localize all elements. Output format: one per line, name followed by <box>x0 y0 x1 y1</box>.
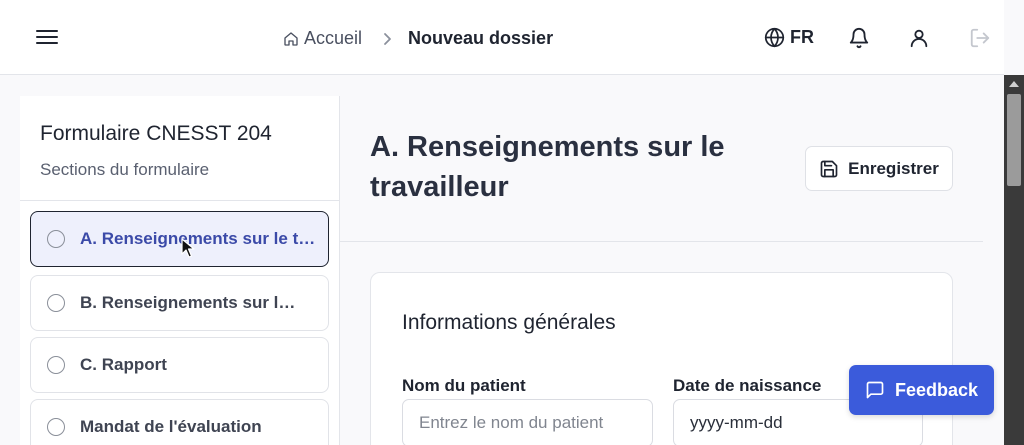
user-icon[interactable] <box>908 27 930 49</box>
mouse-pointer-icon <box>181 238 195 258</box>
content-divider <box>340 241 983 242</box>
sidebar-item-section-c[interactable]: C. Rapport <box>30 337 329 393</box>
sidebar-item-label: Mandat de l'évaluation <box>80 417 262 436</box>
sidebar-item-mandat[interactable]: Mandat de l'évaluation <box>30 399 329 445</box>
radio-circle-icon <box>47 418 65 436</box>
save-button[interactable]: Enregistrer <box>805 146 953 191</box>
breadcrumb-current: Nouveau dossier <box>408 28 554 48</box>
page-scrollbar[interactable] <box>1004 75 1024 445</box>
top-header: Accueil Nouveau dossier FR <box>0 0 1004 75</box>
language-label: FR <box>790 27 814 47</box>
bell-icon[interactable] <box>848 27 870 49</box>
page-title: A. Renseignements sur le travailleur <box>370 131 725 203</box>
scrollbar-thumb[interactable] <box>1007 94 1021 186</box>
sidebar-title: Formulaire CNESST 204 <box>40 122 272 145</box>
chevron-right-icon <box>381 32 393 46</box>
scroll-up-arrow-icon[interactable] <box>1009 81 1019 87</box>
home-icon <box>284 31 298 46</box>
sidebar-item-section-b[interactable]: B. Renseignements sur le médecin <box>30 275 329 331</box>
radio-circle-icon <box>47 356 65 374</box>
sidebar-item-label: C. Rapport <box>80 355 167 374</box>
feedback-button-label: Feedback <box>894 379 979 400</box>
sidebar-subtitle: Sections du formulaire <box>40 160 210 179</box>
sidebar-divider <box>20 200 340 201</box>
sidebar-item-label: A. Renseignements sur le travailleur <box>80 229 316 248</box>
save-icon <box>820 160 838 177</box>
breadcrumb-home-link[interactable]: Accueil <box>283 28 362 49</box>
patient-name-input[interactable]: Entrez le nom du patient <box>402 399 653 445</box>
breadcrumb: Accueil Nouveau dossier <box>283 28 553 49</box>
sidebar-item-label: B. Renseignements sur le médecin <box>80 293 300 312</box>
feedback-button[interactable]: Feedback <box>849 365 994 415</box>
sidebar-item-section-a[interactable]: A. Renseignements sur le travailleur <box>30 211 329 267</box>
menu-icon[interactable] <box>36 27 58 47</box>
birth-date-label: Date de naissance <box>673 376 822 395</box>
general-info-card: Informations générales Nom du patient En… <box>370 272 953 445</box>
logout-icon[interactable] <box>969 27 991 49</box>
save-button-label: Enregistrer <box>848 158 939 178</box>
language-switcher[interactable]: FR <box>764 27 814 48</box>
message-square-icon <box>866 381 884 399</box>
radio-circle-icon <box>47 230 65 248</box>
globe-icon <box>764 27 785 48</box>
form-sections-sidebar: Formulaire CNESST 204 Sections du formul… <box>20 96 340 445</box>
patient-name-label: Nom du patient <box>402 376 526 395</box>
radio-circle-icon <box>47 294 65 312</box>
card-title: Informations générales <box>402 311 616 334</box>
breadcrumb-home-label: Accueil <box>304 28 363 48</box>
